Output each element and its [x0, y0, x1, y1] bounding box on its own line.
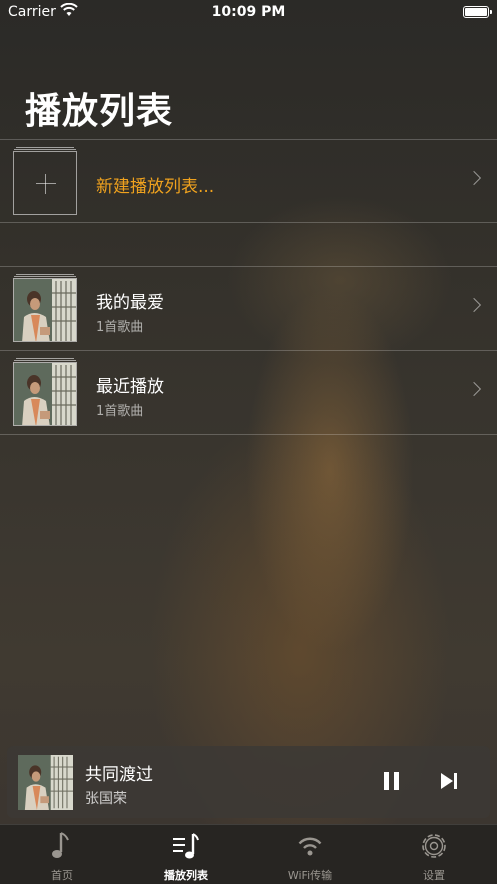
tab-bar: 首页 播放列表 WiFi传输 设置 [0, 824, 497, 884]
chevron-right-icon [466, 381, 482, 397]
playlist-name: 最近播放 [96, 377, 164, 397]
playlist-row-favorites[interactable]: 我的最爱 1首歌曲 [0, 266, 497, 350]
tab-label: WiFi传输 [287, 869, 333, 882]
now-playing-title: 共同渡过 [85, 765, 153, 785]
playlist-name: 我的最爱 [96, 293, 164, 313]
playlist-icon [173, 833, 199, 859]
album-art [13, 278, 77, 342]
chevron-right-icon [466, 297, 482, 313]
tab-wifi-transfer[interactable]: WiFi传输 [248, 825, 372, 884]
divider [0, 434, 497, 435]
new-playlist-row[interactable]: 新建播放列表... [0, 139, 497, 223]
divider [0, 222, 497, 223]
gear-icon [422, 834, 446, 858]
tab-settings[interactable]: 设置 [372, 825, 496, 884]
tab-label: 播放列表 [164, 869, 208, 882]
chevron-right-icon [466, 170, 482, 186]
tab-home[interactable]: 首页 [0, 825, 124, 884]
clock: 10:09 PM [211, 4, 286, 20]
plus-icon [13, 151, 77, 215]
status-bar: Carrier 10:09 PM [0, 0, 497, 26]
wifi-icon [298, 837, 322, 856]
playlist-cover [13, 358, 77, 426]
album-art [13, 362, 77, 426]
music-note-icon [52, 832, 69, 858]
pause-icon[interactable] [384, 772, 400, 790]
playlist-count: 1首歌曲 [96, 320, 144, 335]
tab-label: 首页 [51, 869, 73, 882]
playlist-row-recent[interactable]: 最近播放 1首歌曲 [0, 350, 497, 434]
playlist-cover [13, 274, 77, 342]
tab-playlists[interactable]: 播放列表 [124, 825, 248, 884]
battery-icon [463, 6, 492, 18]
playlist-count: 1首歌曲 [96, 404, 144, 419]
next-track-icon[interactable] [441, 773, 459, 789]
page-title: 播放列表 [25, 91, 174, 132]
tab-label: 设置 [423, 869, 445, 882]
new-playlist-label: 新建播放列表... [96, 177, 215, 197]
new-playlist-thumb [13, 147, 77, 215]
now-playing-bar[interactable]: 共同渡过 张国荣 [7, 746, 490, 818]
now-playing-artist: 张国荣 [85, 791, 127, 807]
now-playing-album-art [18, 755, 73, 810]
